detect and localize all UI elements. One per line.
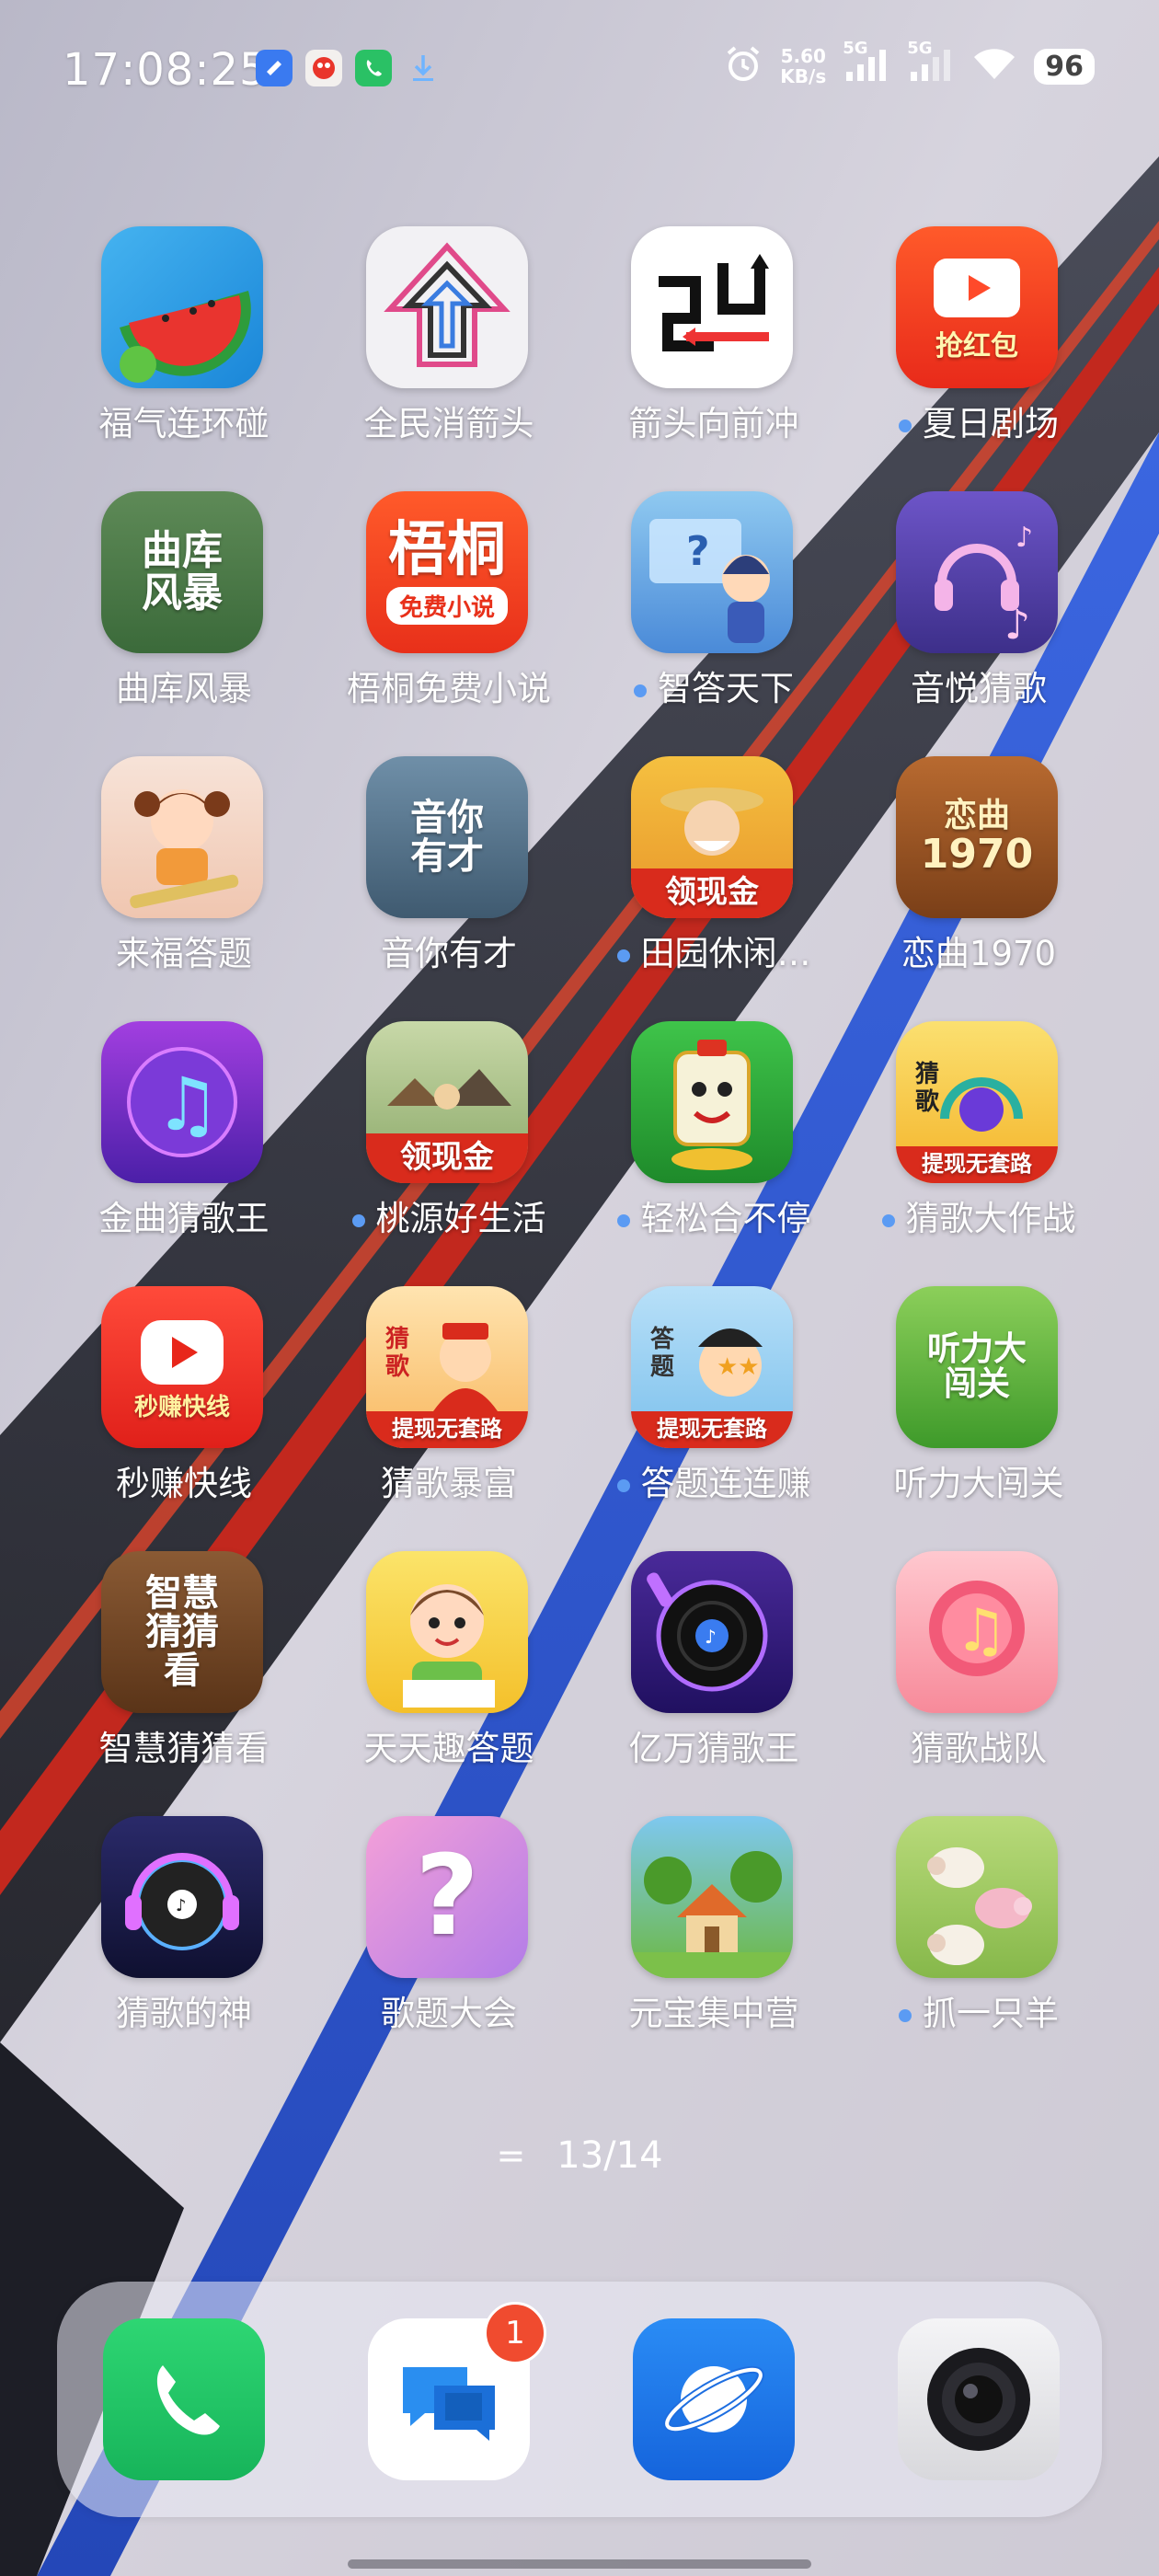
camera-app[interactable] [898,2318,1060,2480]
home-indicator[interactable] [348,2559,811,2569]
wutong-icon: 梧桐 免费小说 [366,491,528,653]
app-taoyuan-haoshenghuo[interactable]: 领现金 桃源好生活 [316,1016,581,1264]
vinyl-disc-icon: ♪ [631,1551,793,1713]
arrow-up-icon [366,226,528,388]
system-icons: 5.60 KB/s 5G 5G 96 [723,39,1095,88]
status-bar: 17:08:25 5.60 KB/s 5G 5G 96 [0,0,1159,138]
planet-icon [663,2365,764,2433]
app-miaozhuan-kuaixian[interactable]: 秒赚快线 秒赚快线 [52,1281,316,1529]
lianqu-1970-icon: 恋曲 1970 [896,756,1058,918]
app-yiwan-caigewang[interactable]: ♪ 亿万猜歌王 [581,1546,846,1794]
page-number: 13/14 [557,2134,663,2177]
village-house-icon [631,1816,793,1978]
scholar-icon: ★★ 答题 提现无套路 [631,1286,793,1448]
mahjong-character-icon [631,1021,793,1183]
headphones-icon: ♪ ♪ [896,491,1058,653]
zhihui-icon: 智慧猜猜看 [101,1551,263,1713]
app-dati-lianlianzhuan[interactable]: ★★ 答题 提现无套路 答题连连赚 [581,1281,846,1529]
svg-text:猜: 猜 [914,1061,939,1088]
clock: 17:08:25 [63,44,269,96]
maze-arrows-icon [631,226,793,388]
flower-note-icon: ♫ [896,1551,1058,1713]
app-yinni-youcai[interactable]: 音你有才 音你有才 [316,751,581,999]
village-icon: 领现金 [366,1021,528,1183]
app-yuanbao-jizhongying[interactable]: 元宝集中营 [581,1811,846,2059]
svg-text:猜: 猜 [384,1326,409,1353]
phone-app[interactable] [103,2318,265,2480]
app-zhua-yizhiyang[interactable]: 抓一只羊 [846,1811,1111,2059]
fortune-god-icon: 猜歌 提现无套路 [366,1286,528,1448]
svg-text:♪: ♪ [1004,602,1030,649]
page-indicator[interactable]: = 13/14 [0,2134,1159,2177]
svg-text:?: ? [686,528,710,575]
app-zhihui-caicaikan[interactable]: 智慧猜猜看 智慧猜猜看 [52,1546,316,1794]
app-laifu-dati[interactable]: 来福答题 [52,751,316,999]
yinni-youcai-icon: 音你有才 [366,756,528,918]
quku-fengbao-icon: 曲库风暴 [101,491,263,653]
phone-icon [156,2365,220,2435]
download-icon [405,50,442,86]
unread-badge: 1 [484,2302,546,2364]
svg-text:★★: ★★ [717,1353,760,1381]
svg-text:♫: ♫ [955,1597,1007,1665]
camera-lens-icon [927,2348,1030,2451]
wifi-icon [971,46,1017,86]
app-tianyuan-xiuxian[interactable]: 领现金 田园休闲… [581,751,846,999]
game-app-icon [305,50,342,86]
video-play-icon: 秒赚快线 [101,1286,263,1448]
app-quku-fengbao[interactable]: 曲库风暴 曲库风暴 [52,486,316,734]
svg-text:♪: ♪ [705,1626,717,1648]
svg-text:答: 答 [650,1325,675,1353]
question-mark-icon: ? [366,1816,528,1978]
caige-headphones-icon: 猜歌 提现无套路 [896,1021,1058,1183]
farmer-icon: 领现金 [631,756,793,918]
alarm-icon [723,44,763,88]
sheep-icon [896,1816,1058,1978]
page-menu-icon: = [496,2135,526,2176]
app-caige-baofu[interactable]: 猜歌 提现无套路 猜歌暴富 [316,1281,581,1529]
app-quanmin-xiaojiantou[interactable]: 全民消箭头 [316,221,581,469]
svg-text:歌: 歌 [915,1088,940,1116]
app-jinqu-caigewang[interactable]: ♫ 金曲猜歌王 [52,1016,316,1264]
chat-bubble-icon [403,2367,495,2441]
svg-text:歌: 歌 [385,1353,410,1381]
app-caige-deshen[interactable]: ♪ 猜歌的神 [52,1811,316,2059]
svg-text:♫: ♫ [155,1062,221,1147]
app-tingli-dachuangguan[interactable]: 听力大闯关 听力大闯关 [846,1281,1111,1529]
app-geti-dahui[interactable]: ? 歌题大会 [316,1811,581,2059]
app-jiantou-xiangqianchong[interactable]: 箭头向前冲 [581,221,846,469]
watermelon-icon [101,226,263,388]
app-lianqu-1970[interactable]: 恋曲 1970 恋曲1970 [846,751,1111,999]
notes-app-icon [256,50,293,86]
svg-text:♪: ♪ [176,1896,187,1915]
dock: 1 [57,2282,1102,2517]
headphones-disc-icon: ♪ [101,1816,263,1978]
notification-icons [256,50,442,86]
app-tiantian-qudati[interactable]: 天天趣答题 [316,1546,581,1794]
messages-app[interactable]: 1 [368,2302,546,2480]
svg-text:♪: ♪ [1016,522,1033,554]
sim2-signal: 5G [907,39,955,87]
girl-pencil-icon [101,756,263,918]
ai-quiz-icon: ? [631,491,793,653]
svg-text:题: 题 [650,1353,674,1381]
sim1-signal: 5G [843,39,890,87]
app-caige-dazuozhan[interactable]: 猜歌 提现无套路 猜歌大作战 [846,1016,1111,1264]
app-caige-zhandui[interactable]: ♫ 猜歌战队 [846,1546,1111,1794]
video-play-icon: 抢红包 [896,226,1058,388]
tingli-icon: 听力大闯关 [896,1286,1058,1448]
app-xiari-juchang[interactable]: 抢红包 夏日剧场 [846,221,1111,469]
app-qingsong-hebuting[interactable]: 轻松合不停 [581,1016,846,1264]
phone-notification-icon [355,50,392,86]
network-speed: 5.60 KB/s [780,45,827,87]
boy-icon [366,1551,528,1713]
app-yinyue-caige[interactable]: ♪ ♪ 音悦猜歌 [846,486,1111,734]
music-note-icon: ♫ [101,1021,263,1183]
battery-indicator: 96 [1034,48,1095,85]
app-fuqi-lianhuanpeng[interactable]: 福气连环碰 [52,221,316,469]
app-wutong-novel[interactable]: 梧桐 免费小说 梧桐免费小说 [316,486,581,734]
browser-app[interactable] [633,2318,795,2480]
app-zhida-tianxia[interactable]: ? 智答天下 [581,486,846,734]
